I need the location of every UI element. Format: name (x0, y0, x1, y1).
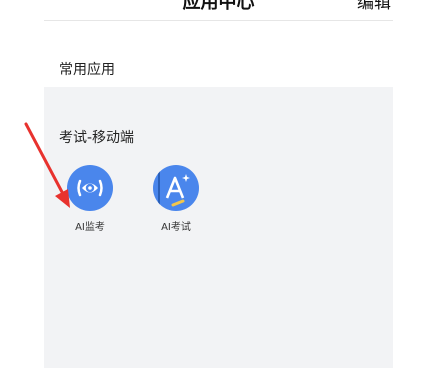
app-ai-exam[interactable]: AI考试 (146, 165, 206, 233)
app-ai-proctor-label: AI监考 (75, 222, 105, 233)
edit-button[interactable]: 编辑 (357, 0, 391, 13)
letter-a-sparkle-icon (153, 165, 199, 211)
page-title: 应用中心 (182, 0, 255, 13)
top-bar: 应用中心 编辑 (44, 0, 393, 21)
eye-icon (67, 165, 113, 211)
common-apps-section: 常用应用 (44, 21, 393, 87)
exam-section-title: 考试-移动端 (59, 130, 135, 146)
app-ai-exam-label: AI考试 (161, 222, 191, 233)
common-apps-title: 常用应用 (59, 62, 115, 78)
app-ai-proctor[interactable]: AI监考 (60, 165, 120, 233)
app-center-screen: 应用中心 编辑 常用应用 考试-移动端 AI监考 AI考试 (44, 0, 393, 368)
